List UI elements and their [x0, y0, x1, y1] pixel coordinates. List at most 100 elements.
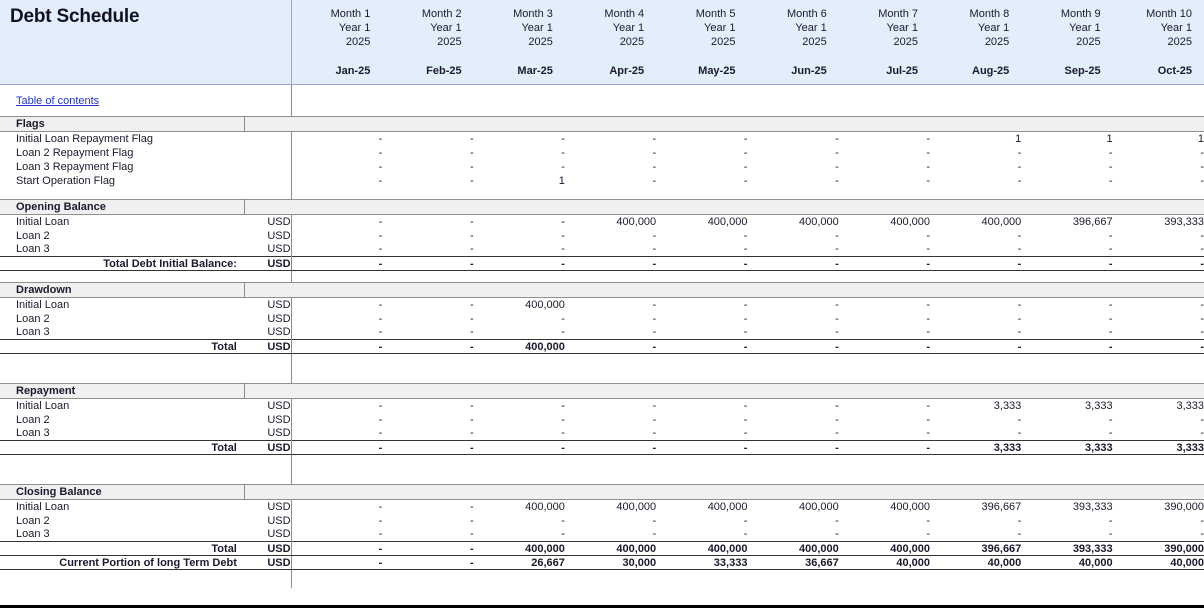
- cell-m6: -: [835, 146, 839, 159]
- cell-m2: -: [382, 440, 474, 455]
- spacer-cell: [382, 271, 473, 283]
- closing-balance-row: Loan 2 USD - - - - - - - - - -: [0, 513, 1204, 528]
- spacer-cell: [1021, 570, 1112, 588]
- column-date-label: Oct-25: [1157, 65, 1192, 77]
- row-label: Initial Loan Repayment Flag: [16, 132, 153, 145]
- row-unit: USD: [244, 513, 292, 528]
- cell-m3: -: [561, 229, 565, 242]
- cell-m6: -: [835, 174, 839, 187]
- section-header-filler: [244, 484, 1204, 500]
- cell-m3: -: [561, 326, 565, 339]
- cell-m9: -: [1108, 174, 1113, 187]
- cell-m4: -: [652, 514, 657, 527]
- cell-m8: 396,667: [981, 500, 1022, 513]
- cell-m1: -: [378, 500, 383, 513]
- repayment-total-row: Total USD - - - - - - -3,333 3,333 3,333: [0, 440, 1204, 455]
- cell-m4: -: [652, 399, 657, 412]
- cell-m2: -: [469, 229, 474, 242]
- cell-m8: 40,000: [930, 555, 1022, 570]
- spacer-cell: [565, 570, 656, 588]
- cell-m7: -: [926, 132, 931, 145]
- toc-spacer-cell: [930, 85, 1021, 117]
- column-year-number: 2025: [710, 36, 736, 48]
- cell-m7: 400,000: [890, 500, 931, 513]
- column-month-label: Month 6: [786, 8, 827, 20]
- cell-m5: -: [743, 528, 748, 541]
- column-date-label: May-25: [698, 65, 736, 77]
- row-label: Total Debt Initial Balance:: [0, 256, 245, 271]
- cell-m4: 400,000: [616, 215, 657, 228]
- cell-m9: -: [1108, 413, 1113, 426]
- spacer-row: [0, 187, 1204, 200]
- debt-schedule-table: Debt Schedule Month 1 Year 1 2025 Jan-25 Mont…: [0, 0, 1204, 588]
- opening-balance-total-row: Total Debt Initial Balance: USD - - - - - - - - - -: [0, 256, 1204, 271]
- column-year-number: 2025: [437, 36, 462, 48]
- column-month-label: Month 7: [878, 8, 919, 20]
- spacer-cell: [474, 570, 565, 588]
- table-of-contents-link[interactable]: Table of contents: [16, 95, 99, 107]
- row-label: Initial Loan: [16, 215, 70, 228]
- column-year-label: Year 1: [1160, 22, 1192, 34]
- column-date-label: Sep-25: [1064, 65, 1101, 77]
- cell-m2: -: [469, 174, 474, 187]
- cell-m10: -: [1200, 326, 1204, 339]
- cell-m4: -: [564, 440, 657, 455]
- spacer-cell: [839, 570, 930, 588]
- spacer-cell: [930, 455, 1021, 485]
- spacer-cell: [839, 354, 930, 384]
- page-title: Debt Schedule: [10, 6, 140, 27]
- cell-m2: -: [469, 399, 474, 412]
- cell-m9: -: [1108, 427, 1113, 440]
- row-unit: USD: [244, 398, 292, 413]
- cell-m9: -: [1021, 256, 1113, 271]
- column-year-number: 2025: [528, 36, 553, 48]
- cell-m6: -: [835, 427, 839, 440]
- column-year-number: 2025: [984, 36, 1010, 48]
- row-label: Total: [0, 541, 245, 556]
- column-header-5: Month 5 Year 1 2025 May-25: [656, 0, 748, 85]
- flag-row: Loan 2 Repayment Flag - - - - - - - - - -: [0, 145, 1204, 160]
- row-label: Loan 2 Repayment Flag: [16, 146, 134, 159]
- row-label: Start Operation Flag: [16, 174, 116, 187]
- spacer-cell: [930, 271, 1021, 283]
- cell-m8: 3,333: [993, 399, 1022, 412]
- row-label: Loan 3 Repayment Flag: [16, 160, 134, 173]
- row-label: Loan 3: [16, 243, 50, 256]
- spacer-cell: [656, 455, 747, 485]
- section-title: Drawdown: [0, 282, 246, 298]
- cell-m8: 3,333: [930, 440, 1022, 455]
- spacer-cell: [291, 455, 382, 485]
- spacer-cell: [1021, 188, 1112, 200]
- cell-m5: 400,000: [707, 500, 748, 513]
- row-unit: USD: [244, 339, 292, 354]
- column-header-2: Month 2 Year 1 2025 Feb-25: [382, 0, 474, 85]
- cell-m6: -: [747, 440, 839, 455]
- spacer-cell: [565, 271, 656, 283]
- column-year-label: Year 1: [886, 22, 919, 34]
- cell-m4: 30,000: [564, 555, 657, 570]
- column-header-3: Month 3 Year 1 2025 Mar-25: [473, 0, 565, 85]
- cell-m2: -: [469, 427, 474, 440]
- row-unit: USD: [244, 242, 292, 257]
- cell-m9: -: [1108, 160, 1113, 173]
- cell-m3: -: [561, 399, 565, 412]
- row-label: Current Portion of long Term Debt: [0, 555, 245, 570]
- closing-balance-row: Initial Loan USD - - 400,000 400,000 400,000 40…: [0, 499, 1204, 514]
- cell-m7: -: [926, 413, 931, 426]
- spacer-cell: [1113, 271, 1204, 283]
- spacer-cell: [747, 570, 838, 588]
- spacer-unit: [244, 569, 292, 588]
- cell-m8: -: [1017, 160, 1022, 173]
- spacer-cell: [1021, 271, 1112, 283]
- cell-m8: -: [1017, 326, 1022, 339]
- cell-m1: -: [378, 132, 383, 145]
- cell-m3: -: [561, 146, 565, 159]
- section-header-filler: [244, 199, 1204, 215]
- spacer-cell: [930, 188, 1021, 200]
- row-unit: [244, 159, 292, 174]
- cell-m2: -: [382, 541, 474, 556]
- cell-m9: -: [1108, 326, 1113, 339]
- column-year-label: Year 1: [977, 22, 1010, 34]
- cell-m4: -: [564, 339, 657, 354]
- section-header-flags: Flags: [0, 116, 1204, 132]
